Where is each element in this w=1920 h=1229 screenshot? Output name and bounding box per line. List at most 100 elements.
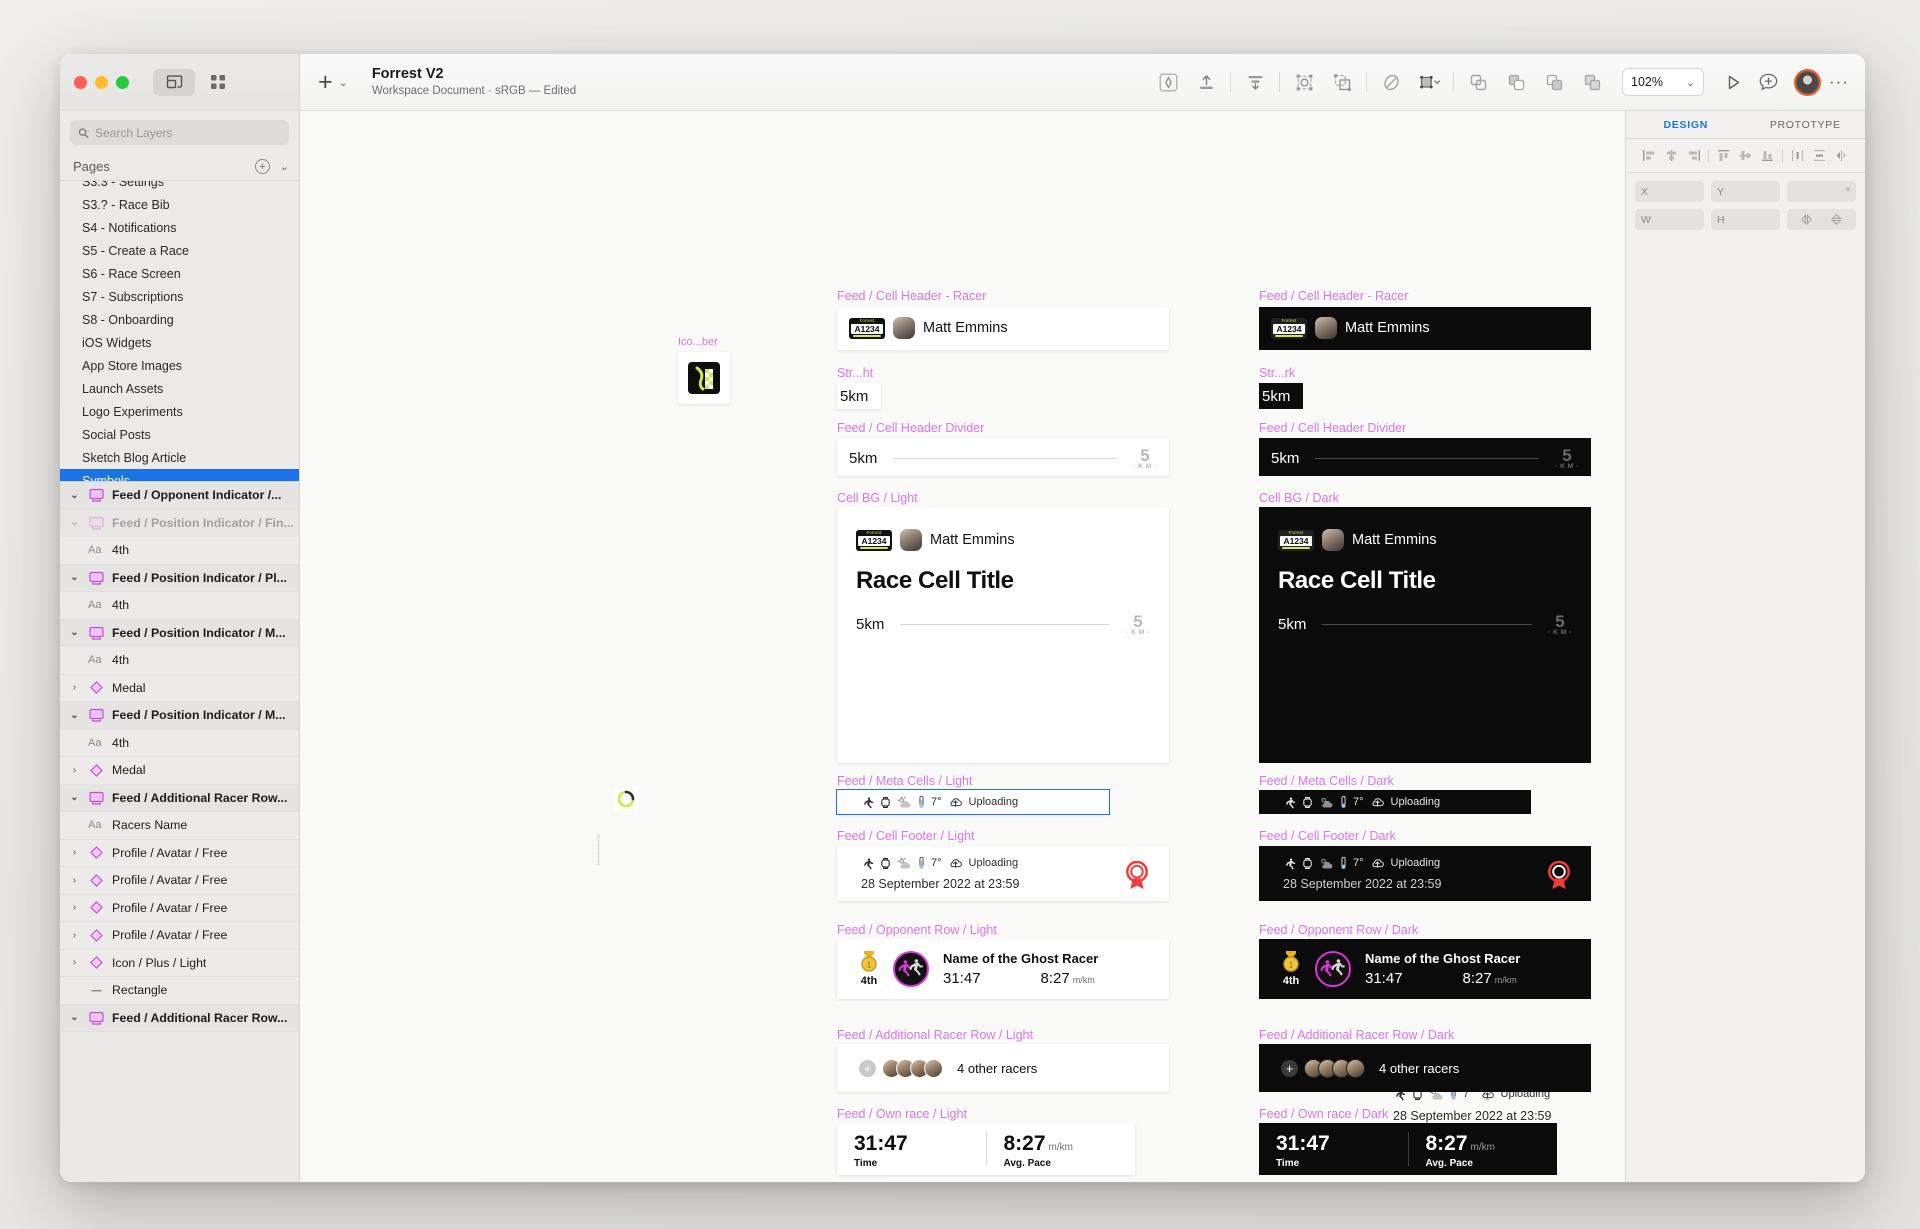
- more-options-button[interactable]: ···: [1829, 72, 1849, 92]
- align-right-button[interactable]: [1683, 146, 1704, 166]
- layer-row-symbol[interactable]: ⌄ Feed / Additional Racer Row...: [60, 784, 299, 812]
- distribute-button[interactable]: [1237, 67, 1273, 97]
- page-item[interactable]: iOS Widgets: [60, 331, 299, 354]
- grid-view-button[interactable]: [197, 69, 239, 96]
- layer-row[interactable]: › Profile / Avatar / Free: [60, 894, 299, 922]
- artboard-meta-cells-dark[interactable]: 7° Uploading: [1259, 790, 1531, 814]
- page-item[interactable]: S4 - Notifications: [60, 216, 299, 239]
- zoom-level-select[interactable]: 102% ⌄: [1622, 68, 1705, 96]
- artboard-cell-footer-light[interactable]: 7° Uploading 28 September 2022 at 23:59: [837, 846, 1169, 901]
- page-item[interactable]: S6 - Race Screen: [60, 262, 299, 285]
- layer-row[interactable]: Rectangle: [60, 977, 299, 1005]
- page-item[interactable]: S3.? - Race Bib: [60, 193, 299, 216]
- chevron-down-icon[interactable]: ⌄: [280, 160, 289, 173]
- artboard-cell-header-divider-dark[interactable]: 5km 5 · K M ·: [1259, 438, 1591, 476]
- pages-list[interactable]: S3.3 - Settings S3.? - Race Bib S4 - Notif…: [60, 181, 299, 481]
- page-item[interactable]: App Store Images: [60, 354, 299, 377]
- artboard-own-race-dark[interactable]: 31:47 Time 8:27 m/km Avg. Pace: [1259, 1123, 1557, 1175]
- minimize-window-button[interactable]: [95, 75, 108, 89]
- layer-row-symbol[interactable]: ⌄ Feed / Position Indicator / Fin...: [60, 509, 299, 537]
- mask-button[interactable]: [1373, 67, 1409, 97]
- disclosure-closed-icon[interactable]: ›: [68, 682, 81, 693]
- page-item[interactable]: S3.3 - Settings: [60, 181, 299, 193]
- disclosure-open-icon[interactable]: ⌄: [68, 710, 81, 721]
- boolean-union-button[interactable]: [1460, 67, 1496, 97]
- create-symbol-button[interactable]: [1150, 67, 1186, 97]
- boolean-subtract-button[interactable]: [1498, 67, 1534, 97]
- layer-row[interactable]: › Profile / Avatar / Free: [60, 839, 299, 867]
- disclosure-closed-icon[interactable]: ›: [68, 847, 81, 858]
- layer-row[interactable]: Aa 4th: [60, 592, 299, 620]
- layer-row[interactable]: › Profile / Avatar / Free: [60, 867, 299, 895]
- page-item[interactable]: Logo Experiments: [60, 400, 299, 423]
- layer-row[interactable]: › Icon / Plus / Light: [60, 949, 299, 977]
- layer-row[interactable]: Aa Racers Name: [60, 812, 299, 840]
- add-racer-button[interactable]: +: [859, 1060, 876, 1077]
- align-top-button[interactable]: [1713, 146, 1734, 166]
- disclosure-open-icon[interactable]: ⌄: [68, 792, 81, 803]
- page-item[interactable]: S7 - Subscriptions: [60, 285, 299, 308]
- inspector-tabs[interactable]: DESIGN PROTOTYPE: [1626, 111, 1865, 139]
- artboard-own-race-light[interactable]: 31:47 Time 8:27 m/km Avg. Pace: [837, 1123, 1135, 1175]
- layers-list[interactable]: ⌄ Feed / Opponent Indicator /... ⌄ Feed / P…: [60, 481, 299, 1182]
- layer-row[interactable]: › Profile / Avatar / Free: [60, 922, 299, 950]
- search-input[interactable]: [95, 125, 281, 140]
- artboard-stray-spinner[interactable]: [614, 787, 638, 811]
- rotation-field[interactable]: °: [1787, 181, 1856, 202]
- disclosure-closed-icon[interactable]: ›: [68, 902, 81, 913]
- disclosure-closed-icon[interactable]: ›: [68, 930, 81, 941]
- distribute-vertical-button[interactable]: [1809, 146, 1830, 166]
- w-field[interactable]: W: [1635, 209, 1704, 230]
- user-avatar[interactable]: [1794, 68, 1822, 96]
- artboard-additional-racer-row-light[interactable]: + 4 other racers: [837, 1044, 1169, 1092]
- x-field[interactable]: X: [1635, 181, 1704, 202]
- page-item[interactable]: Symbols: [60, 469, 299, 481]
- artboard-stroke-light[interactable]: 5km: [837, 383, 881, 409]
- tab-design[interactable]: DESIGN: [1626, 111, 1746, 138]
- layer-row-symbol[interactable]: ⌄ Feed / Additional Racer Row...: [60, 1004, 299, 1032]
- artboard-opponent-row-dark[interactable]: 1 4th Name of the Ghost Racer 31:47 8:27…: [1259, 939, 1591, 999]
- layer-row-symbol[interactable]: ⌄ Feed / Position Indicator / M...: [60, 619, 299, 647]
- disclosure-open-icon[interactable]: ⌄: [68, 572, 81, 583]
- page-item[interactable]: S5 - Create a Race: [60, 239, 299, 262]
- artboard-cell-header-divider-light[interactable]: 5km 5 · K M ·: [837, 438, 1169, 476]
- window-controls[interactable]: [74, 75, 129, 89]
- canvas-view-button[interactable]: [153, 68, 195, 96]
- disclosure-closed-icon[interactable]: ›: [68, 765, 81, 776]
- artboard-additional-racer-row-dark[interactable]: + 4 other racers: [1259, 1044, 1591, 1092]
- artboard-cell-header-racer-light[interactable]: Forrest A1234 Matt Emmins: [837, 307, 1169, 350]
- view-mode-segmented-control[interactable]: [153, 68, 239, 96]
- align-middle-button[interactable]: [1735, 146, 1756, 166]
- layer-row[interactable]: › Medal: [60, 757, 299, 785]
- add-page-button[interactable]: +: [254, 159, 270, 174]
- align-bottom-button[interactable]: [1757, 146, 1778, 166]
- flip-fields[interactable]: [1787, 209, 1856, 230]
- disclosure-open-icon[interactable]: ⌄: [68, 517, 81, 528]
- scale-button[interactable]: [1411, 67, 1447, 97]
- preview-button[interactable]: [1718, 67, 1748, 97]
- align-center-h-button[interactable]: [1661, 146, 1682, 166]
- page-item[interactable]: Sketch Blog Article: [60, 446, 299, 469]
- add-racer-button[interactable]: +: [1281, 1060, 1298, 1077]
- alignment-toolbar[interactable]: [1626, 139, 1865, 173]
- align-left-button[interactable]: [1639, 146, 1660, 166]
- flip-button[interactable]: [1831, 146, 1852, 166]
- layer-row[interactable]: Aa 4th: [60, 729, 299, 757]
- page-item[interactable]: S8 - Onboarding: [60, 308, 299, 331]
- insert-menu-button[interactable]: + ⌄: [318, 69, 348, 95]
- artboard-cell-footer-dark[interactable]: 7° Uploading 28 September 2022 at 23:59: [1259, 846, 1591, 901]
- artboard-meta-cells-light[interactable]: 7° Uploading: [836, 789, 1110, 815]
- disclosure-closed-icon[interactable]: ›: [68, 957, 81, 968]
- artboard-cell-bg-light[interactable]: Forrest A1234 Matt Emmins Race Cell Titl…: [837, 507, 1551, 1123]
- maximize-window-button[interactable]: [116, 75, 129, 89]
- artboard-stroke-dark[interactable]: 5km: [1259, 383, 1303, 409]
- artboard-cell-header-racer-dark[interactable]: Forrest A1234 Matt Emmins: [1259, 307, 1591, 350]
- boolean-intersect-button[interactable]: [1536, 67, 1572, 97]
- group-button[interactable]: [1286, 67, 1322, 97]
- page-item[interactable]: Social Posts: [60, 423, 299, 446]
- layer-row-symbol[interactable]: ⌄ Feed / Position Indicator / Pl...: [60, 564, 299, 592]
- canvas-area[interactable]: Ico...ber Feed / Cell Header - Racer For…: [300, 111, 1625, 1182]
- disclosure-open-icon[interactable]: ⌄: [68, 627, 81, 638]
- tab-prototype[interactable]: PROTOTYPE: [1746, 111, 1866, 138]
- disclosure-open-icon[interactable]: ⌄: [68, 490, 81, 501]
